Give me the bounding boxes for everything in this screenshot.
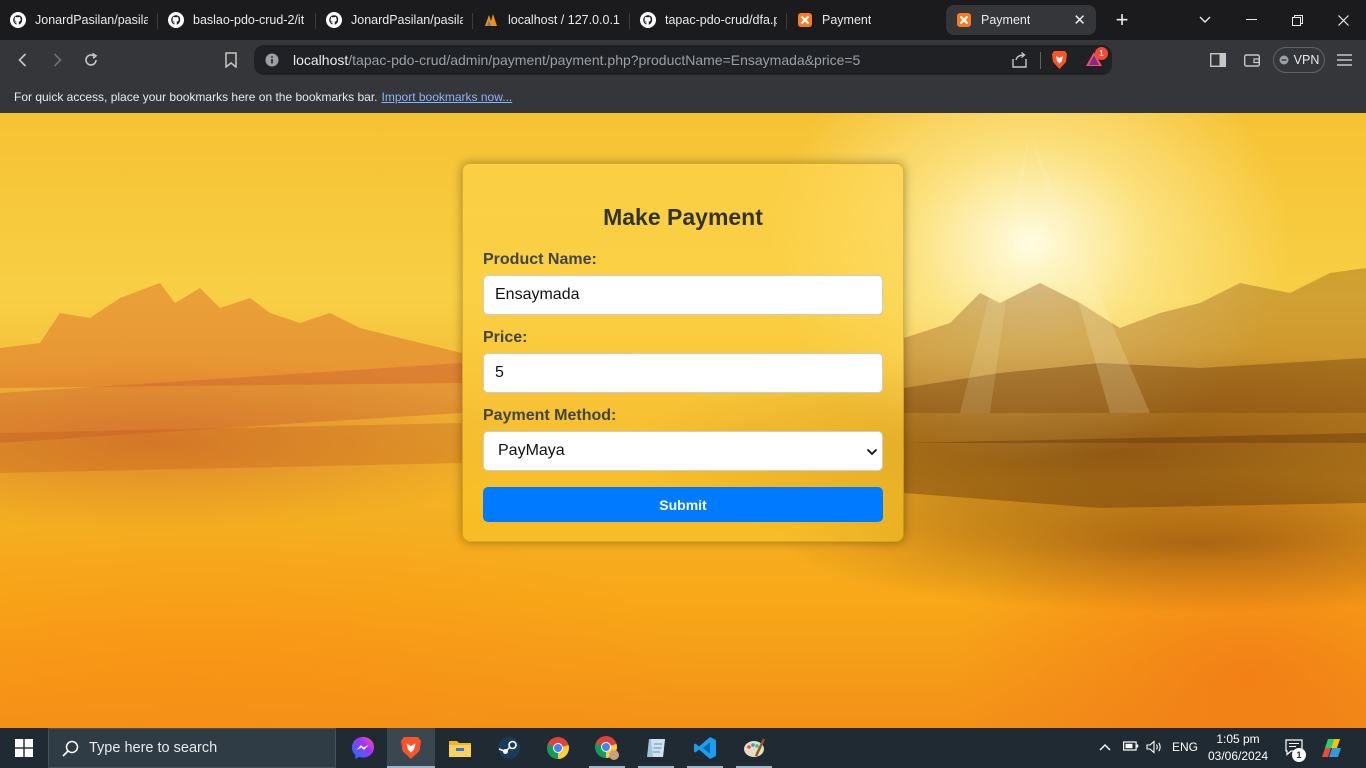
phpmyadmin-icon (483, 12, 499, 28)
product-name-input[interactable]: Ensaymada (483, 275, 883, 315)
tab-search-button[interactable] (1182, 0, 1228, 40)
language-indicator[interactable]: ENG (1172, 740, 1198, 754)
back-button[interactable] (11, 48, 35, 72)
payment-method-select[interactable]: PayMaya (483, 431, 883, 471)
url-host: localhost (293, 52, 349, 68)
forward-button[interactable] (45, 48, 69, 72)
close-window-button[interactable] (1320, 0, 1366, 40)
address-bar[interactable]: localhost/tapac-pdo-crud/admin/payment/p… (254, 45, 1112, 75)
reload-button[interactable] (79, 48, 103, 72)
bookmark-icon[interactable] (219, 48, 243, 72)
chrome-icon[interactable] (534, 728, 582, 768)
volume-icon[interactable] (1146, 740, 1164, 757)
windows-icon (15, 739, 33, 757)
sidebar-toggle-icon[interactable] (1206, 48, 1230, 72)
import-bookmarks-link[interactable]: Import bookmarks now... (382, 90, 513, 104)
messenger-icon[interactable] (339, 728, 387, 768)
tab-phpmyadmin[interactable]: localhost / 127.0.0.1 / (473, 4, 630, 36)
tab-title: JonardPasilan/pasilan (35, 13, 148, 27)
notes-app-icon[interactable] (632, 728, 680, 768)
brave-shields-icon[interactable] (1051, 50, 1068, 75)
rewards-badge: 1 (1095, 47, 1108, 60)
new-tab-button[interactable]: + (1110, 7, 1134, 33)
notification-badge: 1 (1292, 748, 1306, 762)
tab-github-1[interactable]: JonardPasilan/pasilan (0, 4, 158, 36)
vpn-button[interactable]: VPN (1273, 47, 1325, 73)
tab-github-4[interactable]: tapac-pdo-crud/dfa.p (630, 4, 787, 36)
payment-method-value: PayMaya (498, 442, 565, 459)
divider (1040, 52, 1041, 69)
show-hidden-icons[interactable] (1099, 740, 1111, 754)
steam-icon[interactable] (485, 728, 533, 768)
clock-date: 03/06/2024 (1207, 749, 1269, 763)
vpn-label: VPN (1293, 53, 1320, 67)
minimize-button[interactable] (1228, 0, 1274, 40)
brave-browser-taskbar-icon[interactable] (387, 728, 435, 768)
github-icon (326, 12, 342, 28)
tab-strip: JonardPasilan/pasilan baslao-pdo-crud-2/… (0, 0, 1366, 40)
file-explorer-icon[interactable] (436, 728, 484, 768)
page-viewport: Make Payment Product Name: Ensaymada Pri… (0, 113, 1366, 728)
tab-title: JonardPasilan/pasilan (351, 13, 463, 27)
copilot-icon[interactable] (1322, 737, 1344, 762)
payment-method-label: Payment Method: (483, 407, 617, 424)
search-placeholder: Type here to search (89, 740, 218, 756)
bookmarks-bar: For quick access, place your bookmarks h… (0, 80, 1366, 113)
xampp-icon (797, 12, 813, 28)
xampp-icon (956, 12, 972, 28)
taskbar-search[interactable]: Type here to search (48, 728, 336, 768)
vscode-icon[interactable] (681, 728, 729, 768)
vpn-status-icon (1279, 55, 1289, 65)
windows-taskbar: Type here to search ENG 1:05 pm 03/06/20… (0, 728, 1366, 768)
chevron-down-icon (866, 445, 878, 463)
payment-form-card: Make Payment Product Name: Ensaymada Pri… (462, 163, 904, 542)
github-icon (168, 12, 184, 28)
wallet-icon[interactable] (1240, 48, 1264, 72)
url-text: localhost/tapac-pdo-crud/admin/payment/p… (293, 52, 860, 68)
chrome-profile-icon[interactable] (583, 728, 631, 768)
restore-button[interactable] (1274, 0, 1320, 40)
price-label: Price: (483, 329, 528, 346)
bookmarks-message: For quick access, place your bookmarks h… (14, 89, 378, 104)
clock-time: 1:05 pm (1216, 732, 1260, 746)
tab-github-2[interactable]: baslao-pdo-crud-2/it (158, 4, 316, 36)
tab-title: Payment (981, 13, 1031, 27)
tab-payment-1[interactable]: Payment (787, 4, 942, 36)
github-icon (640, 12, 656, 28)
github-icon (10, 12, 26, 28)
submit-button[interactable]: Submit (483, 487, 883, 522)
price-value: 5 (495, 364, 504, 381)
product-name-value: Ensaymada (495, 286, 580, 303)
price-input[interactable]: 5 (483, 353, 883, 393)
tab-title: localhost / 127.0.0.1 / (508, 13, 620, 27)
tab-title: baslao-pdo-crud-2/it (193, 13, 305, 27)
tab-title: tapac-pdo-crud/dfa.p (665, 13, 777, 27)
tab-title: Payment (822, 13, 872, 27)
tab-payment-active[interactable]: Payment ✕ (946, 5, 1096, 35)
paint-app-icon[interactable] (730, 728, 778, 768)
product-name-label: Product Name: (483, 251, 597, 268)
form-title: Make Payment (603, 204, 763, 230)
tab-github-3[interactable]: JonardPasilan/pasilan (316, 4, 473, 36)
battery-icon[interactable] (1123, 740, 1139, 755)
site-info-icon[interactable] (265, 53, 279, 72)
search-icon (62, 740, 79, 761)
close-tab-icon[interactable]: ✕ (1065, 11, 1086, 29)
start-button[interactable] (0, 728, 48, 768)
url-path: /tapac-pdo-crud/admin/payment/payment.ph… (348, 52, 861, 68)
share-icon[interactable] (1011, 51, 1028, 73)
taskbar-clock[interactable]: 1:05 pm 03/06/2024 (1204, 731, 1272, 765)
menu-icon[interactable] (1332, 48, 1356, 72)
